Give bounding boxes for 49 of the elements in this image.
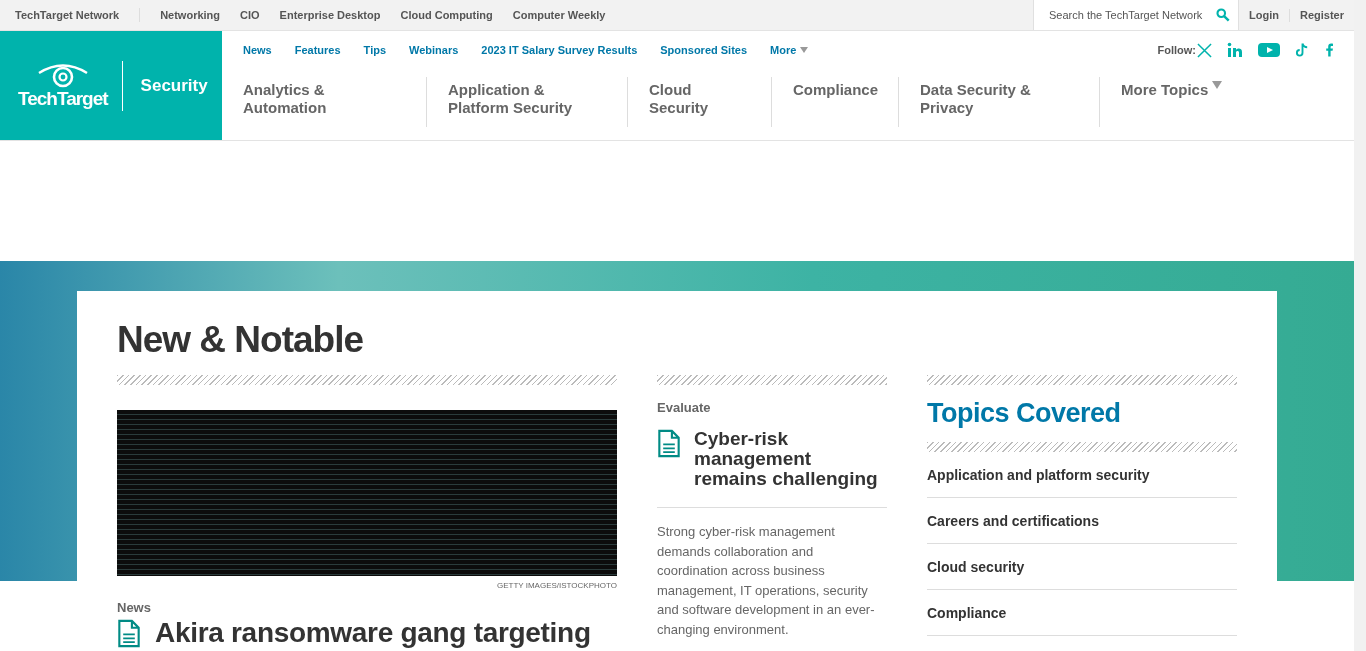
nav-link[interactable]: Sponsored Sites (660, 44, 748, 56)
search-box[interactable]: Search the TechTarget Network (1033, 0, 1240, 30)
x-icon[interactable] (1197, 42, 1212, 58)
topic-link[interactable]: More Topics (1100, 77, 1243, 127)
topic-link[interactable]: Compliance (927, 590, 1237, 636)
article-headline[interactable]: Cyber-risk management remains challenging (694, 429, 884, 489)
topic-link[interactable]: Application and platform security (927, 452, 1237, 498)
article-summary: Strong cyber-risk management demands collaboration and coordination across business management, IT operations, security and software development in an ever-changing environment. (657, 523, 876, 639)
article-type: News (117, 600, 152, 615)
nav-link[interactable]: Webinars (409, 44, 459, 56)
topic-link[interactable]: Cloud Security (628, 77, 772, 127)
facebook-icon[interactable] (1325, 42, 1333, 58)
logo-wordmark: TechTarget (18, 87, 108, 110)
network-link[interactable]: TechTarget Network (0, 9, 140, 21)
article-headline[interactable]: Akira ransomware gang targeting (155, 617, 591, 649)
photo-credit: GETTY IMAGES/ISTOCKPHOTO (495, 581, 617, 590)
account-link[interactable]: Register (1289, 9, 1354, 21)
topic-link[interactable]: Data Security & Privacy (899, 77, 1101, 127)
nav-link[interactable]: Features (294, 44, 341, 56)
network-link[interactable]: Enterprise Desktop (279, 9, 381, 21)
follow-label: Follow: (1157, 44, 1196, 56)
network-link[interactable]: Networking (160, 9, 221, 21)
tiktok-icon[interactable] (1295, 42, 1310, 58)
caret-icon (800, 47, 809, 53)
youtube-icon[interactable] (1258, 42, 1280, 58)
topic-link[interactable]: Careers and certifications (927, 498, 1237, 544)
document-icon (117, 618, 141, 648)
topic-link[interactable]: Cloud security (927, 544, 1237, 590)
network-link[interactable]: Cloud Computing (400, 9, 493, 21)
topic-link[interactable]: Application & Platform Security (427, 77, 628, 127)
search-icon[interactable] (1216, 8, 1231, 22)
document-icon (657, 429, 681, 458)
nav-link[interactable]: News (243, 44, 272, 56)
topics-title: Topics Covered (927, 398, 1122, 429)
site-name: Security (140, 75, 208, 96)
search-input[interactable]: Search the TechTarget Network (1049, 9, 1210, 21)
topic-link[interactable]: Analytics & Automation (222, 77, 427, 127)
topic-link[interactable]: Compliance (772, 77, 900, 127)
network-link[interactable]: Computer Weekly (512, 9, 606, 21)
nav-link[interactable]: Tips (363, 44, 387, 56)
network-link[interactable]: CIO (240, 9, 260, 21)
section-title: New & Notable (117, 319, 365, 361)
caret-icon (1212, 81, 1223, 89)
eye-icon (36, 61, 89, 88)
nav-link[interactable]: More (770, 44, 809, 56)
article-type: Evaluate (657, 400, 712, 415)
nav-link[interactable]: 2023 IT Salary Survey Results (481, 44, 638, 56)
account-link[interactable]: Login (1239, 9, 1289, 21)
linkedin-icon[interactable] (1227, 42, 1243, 58)
